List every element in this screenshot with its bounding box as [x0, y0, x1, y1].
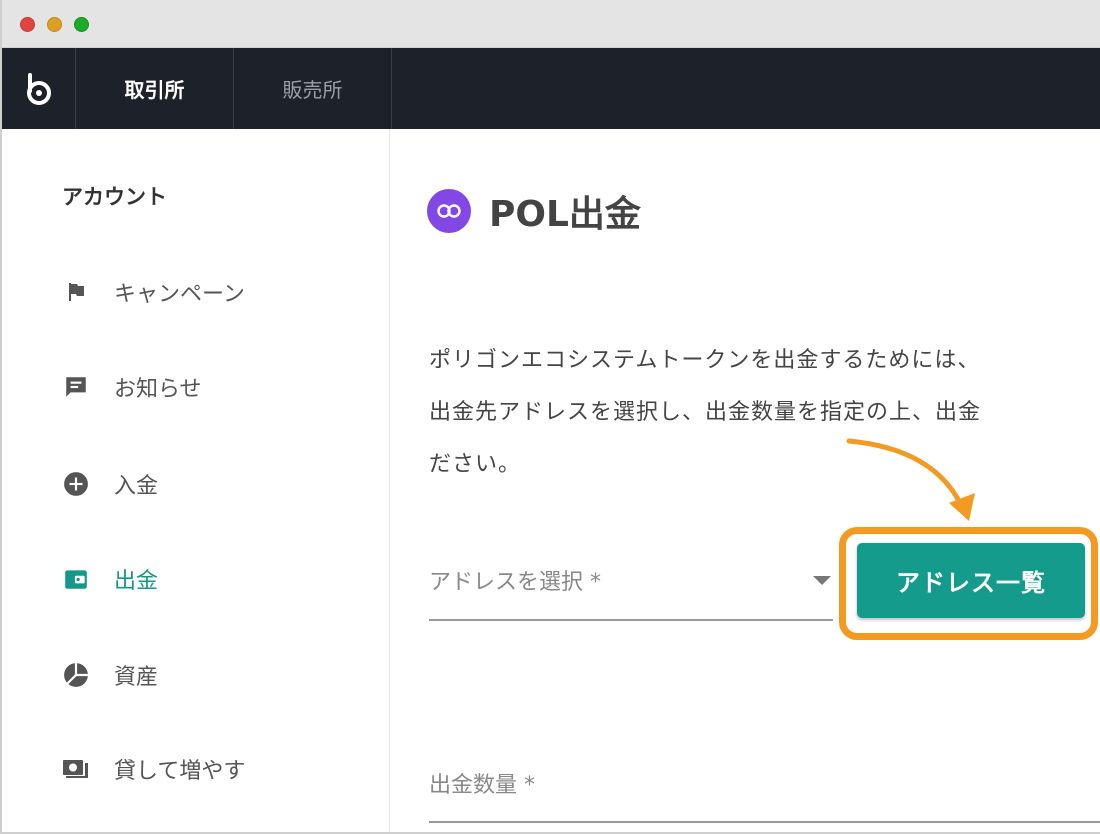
sidebar-heading: アカウント	[62, 185, 167, 209]
main-content: POL出金 ポリゴンエコシステムトークンを出金するためには、 出金先アドレスを選…	[391, 129, 1100, 832]
maximize-window-button[interactable]	[74, 17, 89, 32]
sidebar-item-news[interactable]: お知らせ	[62, 367, 202, 407]
sidebar-item-label: お知らせ	[114, 377, 202, 402]
window-titlebar	[2, 0, 1100, 48]
sidebar-item-label: キャンペーン	[114, 282, 245, 307]
page-title: POL出金	[427, 185, 641, 237]
cash-icon	[62, 755, 90, 783]
close-window-button[interactable]	[20, 17, 35, 32]
description-line: ださい。	[429, 452, 522, 477]
flag-icon	[62, 278, 90, 306]
plus-circle-icon	[62, 470, 90, 498]
message-icon	[62, 373, 90, 401]
chevron-down-icon[interactable]	[813, 576, 831, 585]
sidebar-item-label: 入金	[114, 474, 159, 499]
address-list-button[interactable]: アドレス一覧	[857, 543, 1085, 618]
quantity-field-label: 出金数量 *	[429, 773, 535, 798]
top-navigation: 取引所 販売所	[2, 48, 1100, 129]
sidebar-item-assets[interactable]: 資産	[62, 655, 158, 695]
sidebar-item-campaign[interactable]: キャンペーン	[62, 272, 245, 312]
description-line: ポリゴンエコシステムトークンを出金するためには、	[429, 348, 981, 373]
sidebar-item-label: 貸して増やす	[114, 759, 246, 784]
minimize-window-button[interactable]	[47, 17, 62, 32]
quantity-field[interactable]: 出金数量 *	[429, 749, 1100, 823]
sidebar: アカウント キャンペーン お知らせ 入金 出金 資産 貸して増やす	[2, 129, 390, 832]
sidebar-item-deposit[interactable]: 入金	[62, 464, 158, 504]
address-select-label: アドレスを選択 *	[429, 570, 601, 595]
tab-exchange[interactable]: 取引所	[76, 48, 234, 129]
app-window: 取引所 販売所 アカウント キャンペーン お知らせ 入金 出金 資産 貸して増や…	[0, 0, 1100, 834]
sidebar-item-label: 資産	[114, 665, 159, 690]
description-line: 出金先アドレスを選択し、出金数量を指定の上、出金	[429, 400, 982, 425]
pointer-arrow-icon	[846, 438, 975, 521]
tab-sales[interactable]: 販売所	[234, 48, 392, 129]
sidebar-item-lending[interactable]: 貸して増やす	[62, 749, 245, 789]
page-title-text: POL出金	[489, 194, 641, 235]
wallet-icon	[62, 565, 90, 593]
pie-chart-icon	[62, 661, 90, 689]
bitbank-logo-icon[interactable]	[2, 48, 76, 129]
sidebar-item-withdraw[interactable]: 出金	[62, 559, 158, 599]
address-select[interactable]: アドレスを選択 *	[429, 544, 833, 621]
sidebar-item-label: 出金	[114, 569, 159, 594]
polygon-icon	[427, 189, 471, 233]
description: ポリゴンエコシステムトークンを出金するためには、 出金先アドレスを選択し、出金数…	[429, 335, 1100, 491]
